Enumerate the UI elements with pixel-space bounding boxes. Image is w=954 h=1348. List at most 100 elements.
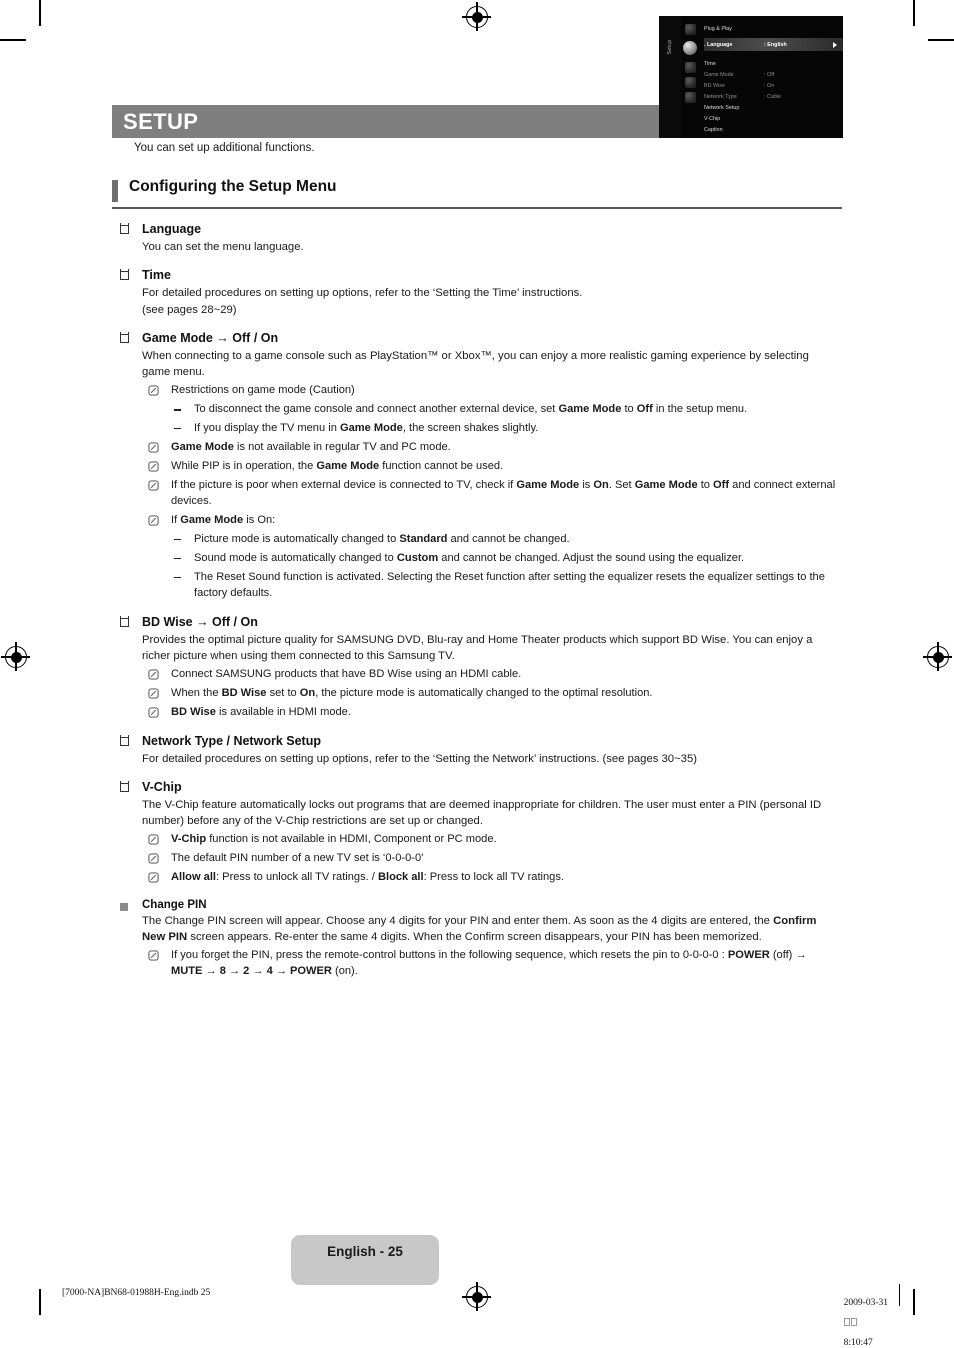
note-icon	[148, 669, 159, 680]
osd-plugplay-icon	[685, 24, 696, 35]
heading-bd-wise: BD Wise → Off / On	[112, 615, 842, 629]
note-text: While PIP is in operation, the Game Mode…	[171, 460, 504, 473]
print-date: 2009-03-31	[843, 1298, 888, 1308]
print-file-reference: [7000-NA]BN68-01988H-Eng.indb 25	[62, 1288, 211, 1298]
osd-row-caption[interactable]: Caption	[704, 124, 843, 135]
body-game-mode: When connecting to a game console such a…	[142, 350, 809, 379]
dash-sound-mode: Sound mode is automatically changed to C…	[112, 551, 842, 567]
note-game-restrictions: Restrictions on game mode (Caution)	[112, 383, 842, 399]
heading-label: Game Mode → Off / On	[142, 331, 279, 346]
osd-row-v-chip[interactable]: V-Chip	[704, 113, 843, 124]
osd-sidebar: Setup	[659, 16, 681, 138]
note-text: The default PIN number of a new TV set i…	[171, 851, 424, 864]
page-number-badge: English - 25	[291, 1235, 439, 1285]
section-divider	[112, 207, 842, 209]
note-icon	[148, 853, 159, 864]
heading-game-mode: Game Mode → Off / On	[112, 331, 842, 345]
osd-row-name: . Language	[704, 41, 733, 48]
crop-mark-top-right-h	[928, 39, 954, 41]
dash-game-disconnect: To disconnect the game console and conne…	[112, 402, 842, 418]
osd-row-value: : On	[764, 82, 775, 89]
osd-row-value: : Off	[764, 71, 775, 78]
osd-row-name: Caption	[704, 126, 723, 133]
note-icon	[148, 442, 159, 453]
note-text: If Game Mode is On:	[171, 513, 276, 526]
body-change-pin: The Change PIN screen will appear. Choos…	[142, 914, 817, 943]
note-game-pip: While PIP is in operation, the Game Mode…	[112, 459, 842, 475]
crop-mark-top-left-h	[0, 39, 26, 41]
osd-row-name: Network Setup	[704, 104, 740, 111]
osd-row-name: Plug & Play	[704, 25, 732, 32]
osd-row-network-setup[interactable]: Network Setup	[704, 102, 843, 113]
square-bullet-icon	[119, 331, 129, 344]
note-text: If you forget the PIN, press the remote-…	[171, 948, 807, 977]
note-icon	[148, 872, 159, 883]
filled-square-bullet-icon	[120, 902, 128, 911]
missing-glyph-box	[844, 1318, 851, 1326]
osd-row-time[interactable]: Time	[704, 58, 843, 69]
dash-picture-mode: Picture mode is automatically changed to…	[112, 532, 842, 548]
note-forgot-pin: If you forget the PIN, press the remote-…	[112, 948, 842, 980]
heading-v-chip: V-Chip	[112, 780, 842, 794]
heading-label: V-Chip	[142, 779, 182, 794]
note-text: Allow all: Press to unlock all TV rating…	[171, 870, 564, 883]
chapter-intro: You can set up additional functions.	[134, 142, 315, 154]
square-bullet-icon	[119, 734, 129, 746]
note-icon	[148, 480, 159, 491]
heading-label: Language	[142, 222, 202, 236]
dash-icon	[174, 428, 181, 430]
osd-row-name: BD Wise	[704, 82, 725, 89]
note-game-poor-picture: If the picture is poor when external dev…	[112, 478, 842, 510]
missing-glyph-box	[851, 1318, 858, 1326]
heading-change-pin: Change PIN	[112, 899, 842, 911]
note-game-is-on: If Game Mode is On:	[112, 513, 842, 529]
square-bullet-icon	[119, 268, 129, 281]
square-bullet-icon	[119, 780, 129, 792]
registration-mark-right	[923, 642, 952, 671]
osd-row-plug-and-play[interactable]: Plug & Play	[704, 23, 843, 34]
block-v-chip: V-Chip The V-Chip feature automatically …	[112, 780, 842, 886]
dash-reset-sound: The Reset Sound function is activated. S…	[112, 570, 842, 602]
heading-label: Network Type / Network Setup	[142, 733, 321, 748]
chevron-right-icon	[833, 41, 837, 48]
osd-row-name: Network Type	[704, 93, 737, 100]
tv-osd-menu-image: Setup Plug & Play . Language : English T…	[659, 16, 843, 138]
note-icon	[148, 461, 159, 472]
note-text: Restrictions on game mode (Caution)	[171, 384, 355, 397]
note-text: V-Chip function is not available in HDMI…	[171, 832, 497, 845]
note-icon	[148, 707, 159, 718]
note-bdwise-on: When the BD Wise set to On, the picture …	[112, 686, 842, 702]
dash-icon	[174, 538, 181, 541]
print-time: 8:10:47	[843, 1338, 873, 1348]
note-bdwise-hdmi-mode: BD Wise is available in HDMI mode.	[112, 705, 842, 721]
osd-row-game-mode[interactable]: Game Mode : Off	[704, 69, 843, 80]
manual-page: SETUP You can set up additional function…	[112, 0, 843, 1315]
section-accent-bar	[112, 180, 118, 202]
dash-game-tvmenu: If you display the TV menu in Game Mode,…	[112, 421, 842, 437]
body-time-line1: For detailed procedures on setting up op…	[142, 287, 583, 300]
page-content: Language You can set the menu language. …	[112, 222, 842, 980]
body-network: For detailed procedures on setting up op…	[142, 752, 698, 765]
osd-row-bd-wise[interactable]: BD Wise : On	[704, 80, 843, 91]
block-time: Time For detailed procedures on setting …	[112, 268, 842, 318]
page-number-label: English - 25	[327, 1243, 403, 1259]
note-text: Connect SAMSUNG products that have BD Wi…	[171, 667, 522, 680]
crop-mark-bottom-right-v	[913, 1289, 915, 1315]
note-icon	[148, 950, 159, 961]
osd-disc-icon	[685, 92, 696, 103]
block-language: Language You can set the menu language.	[112, 222, 842, 255]
osd-gamepad-icon	[685, 77, 696, 88]
chapter-title: SETUP	[123, 108, 199, 134]
body-language: You can set the menu language.	[142, 241, 304, 253]
crop-mark-top-right-v	[913, 0, 915, 26]
osd-sidebar-label: Setup	[667, 39, 673, 55]
heading-label: Time	[142, 268, 171, 283]
footer-rule-right	[898, 1284, 900, 1306]
note-icon	[148, 515, 159, 526]
osd-row-value: : English	[764, 41, 787, 48]
crop-mark-bottom-left-v	[39, 1289, 41, 1315]
osd-row-language[interactable]: . Language : English	[704, 38, 843, 51]
block-game-mode: Game Mode → Off / On When connecting to …	[112, 331, 842, 602]
osd-icon-column	[683, 16, 701, 138]
osd-row-network-type[interactable]: Network Type : Cable	[704, 91, 843, 102]
